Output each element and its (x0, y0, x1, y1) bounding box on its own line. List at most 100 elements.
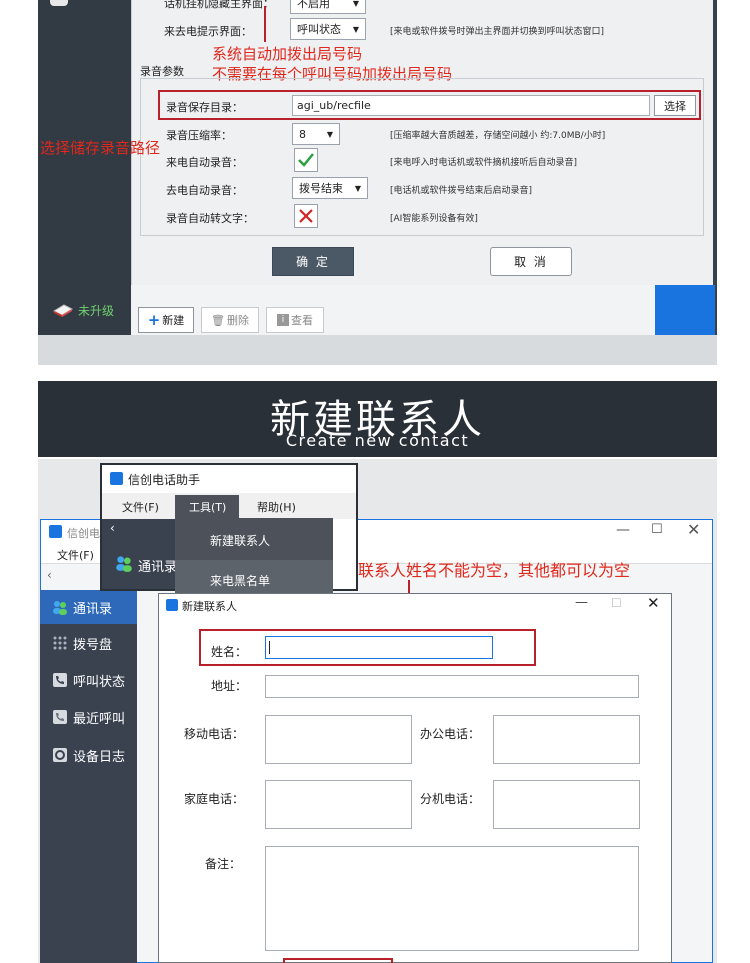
compression-note: [压缩率越大音质越差，存储空间越小 约:7.0MB/小时] (390, 131, 606, 141)
chevron-down-icon: ▼ (326, 129, 333, 139)
outgoing-record-select[interactable]: 拨号结束 ▼ (292, 177, 368, 199)
banner-subtitle: Create new contact (285, 431, 470, 450)
new-button[interactable]: + 新建 (138, 307, 194, 333)
page: 未升级 话机挂机隐藏主界面： 不启用 ▼ 来去电提示界面： 呼叫状态 ▼ [来电或软… (0, 0, 750, 963)
ext-label: 分机电话： (420, 792, 481, 806)
name-input[interactable] (265, 636, 493, 659)
new-button-label: 新建 (162, 314, 185, 327)
sidebar-item-device-log[interactable]: 设备日志 (40, 738, 137, 772)
popup-note: [来电或软件拨号时弹出主界面并切换到呼叫状态窗口] (390, 27, 605, 37)
sidebar-item-recent-calls[interactable]: 最近呼叫 (40, 700, 137, 734)
close-icon[interactable]: ✕ (647, 594, 660, 612)
contacts-icon (50, 597, 70, 617)
dialpad-icon (50, 633, 70, 653)
choose-path-button[interactable]: 选择 (654, 95, 696, 116)
main-sidebar: 通讯录 拨号盘 呼叫状态 最近呼叫 设备日志 (40, 590, 137, 963)
sidebar-item-contacts[interactable]: 通讯录 (40, 590, 137, 624)
button-highlight (283, 958, 393, 963)
hide-main-ui-select[interactable]: 不启用 ▼ (290, 0, 366, 14)
checkmark-icon (298, 153, 314, 167)
compression-value: 8 (299, 127, 306, 141)
info-icon: i (277, 314, 289, 326)
menu-window-sidebar-label: 通讯录 (138, 560, 176, 575)
new-contact-dialog: 新建联系人 — ☐ ✕ 姓名： 地址： 移动电话： 办公电话： 家庭电话： 分机… (158, 593, 672, 963)
incoming-record-label: 来电自动录音： (166, 156, 243, 169)
dialog-titlebar: 新建联系人 — ☐ ✕ (159, 594, 671, 618)
outgoing-record-label: 去电自动录音： (166, 184, 243, 197)
popup-select[interactable]: 呼叫状态 ▼ (290, 18, 366, 40)
transcribe-note: [AI智能系列设备有效] (390, 214, 478, 224)
chevron-left-icon[interactable]: ‹ (47, 568, 52, 582)
menu-help[interactable]: 帮助(H) (257, 499, 296, 515)
save-dir-label: 录音保存目录： (166, 101, 243, 114)
menu-bar: 文件(F) 工具(T) 帮助(H) (102, 493, 356, 519)
close-icon[interactable]: ✕ (687, 520, 700, 539)
home-label: 家庭电话： (184, 792, 245, 806)
cross-icon (299, 209, 313, 223)
office-input[interactable] (493, 715, 640, 764)
save-dir-input[interactable]: agi_ub/recfile (292, 95, 650, 116)
phone-app-icon (49, 525, 62, 538)
sidebar-item-label: 拨号盘 (73, 637, 113, 653)
outgoing-record-value: 拨号结束 (299, 182, 343, 195)
recording-section-title: 录音参数 (140, 65, 184, 78)
incoming-record-note: [来电呼入时电话机或软件摘机接听后自动录音] (390, 158, 578, 168)
ext-input[interactable] (493, 780, 640, 829)
chevron-left-icon[interactable]: ‹ (110, 521, 115, 535)
menu-file[interactable]: 文件(F) (122, 499, 159, 515)
menu-window-sidebar: ‹ 通讯录 (102, 519, 176, 589)
trash-icon: 🗑 (211, 313, 225, 327)
chevron-down-icon: ▼ (352, 24, 359, 34)
transcribe-checkbox[interactable] (294, 204, 318, 228)
section-banner: 新建联系人 Create new contact (38, 381, 717, 457)
address-label: 地址： (211, 679, 248, 693)
remark-input[interactable] (265, 846, 639, 951)
accent-panel (655, 285, 715, 335)
menu-window-title: 信创电话助手 (128, 473, 201, 487)
cancel-button[interactable]: 取 消 (490, 247, 572, 276)
sidebar-item-label: 通讯录 (73, 601, 113, 617)
maximize-icon[interactable]: ☐ (611, 596, 622, 610)
phone-app-icon (110, 472, 123, 485)
name-required-annotation: 联系人姓名不能为空，其他都可以为空 (358, 561, 631, 580)
name-label: 姓名： (211, 645, 248, 659)
menu-window-titlebar: 信创电话助手 (102, 465, 356, 493)
annotation-line (264, 6, 266, 42)
view-button-label: 查看 (291, 314, 313, 327)
sidebar-item-dialpad[interactable]: 拨号盘 (40, 626, 137, 660)
upgrade-status[interactable]: 未升级 (52, 300, 122, 320)
dialog-title: 新建联系人 (182, 600, 237, 613)
home-input[interactable] (265, 780, 412, 829)
remark-label: 备注： (205, 857, 242, 871)
contacts-toolbar: + 新建 🗑 删除 i 查看 (131, 285, 655, 335)
delete-button-label: 删除 (226, 314, 249, 327)
sidebar-item-label: 呼叫状态 (73, 674, 126, 690)
incoming-record-checkbox[interactable] (294, 148, 318, 172)
mobile-input[interactable] (265, 715, 412, 764)
status-strip (38, 335, 717, 365)
minimize-icon[interactable]: — (575, 595, 588, 610)
compression-select[interactable]: 8 ▼ (292, 123, 340, 145)
sidebar-icon (50, 0, 68, 6)
recent-calls-icon (50, 707, 70, 727)
maximize-icon[interactable]: ☐ (651, 522, 663, 537)
plus-icon: + (147, 311, 161, 329)
menu-tools[interactable]: 工具(T) (175, 495, 239, 519)
address-input[interactable] (265, 675, 639, 698)
settings-dialog: 话机挂机隐藏主界面： 不启用 ▼ 来去电提示界面： 呼叫状态 ▼ [来电或软件拨号时… (131, 0, 713, 285)
text-cursor (269, 641, 270, 654)
transcribe-label: 录音自动转文字： (166, 212, 254, 225)
menu-file[interactable]: 文件(F) (57, 547, 94, 563)
phone-icon (50, 670, 70, 690)
popup-label: 来去电提示界面： (164, 25, 252, 38)
sidebar-item-call-status[interactable]: 呼叫状态 (40, 663, 137, 697)
phone-app-icon (166, 599, 178, 611)
ok-button[interactable]: 确 定 (272, 247, 354, 276)
minimize-icon[interactable]: — (616, 522, 630, 538)
menu-item-blacklist[interactable]: 来电黑名单 (175, 560, 333, 593)
delete-button[interactable]: 🗑 删除 (201, 307, 259, 333)
menu-item-new-contact[interactable]: 新建联系人 (175, 518, 333, 560)
sidebar-item-label: 最近呼叫 (73, 711, 126, 727)
office-label: 办公电话： (420, 727, 481, 741)
view-button[interactable]: i 查看 (266, 307, 324, 333)
